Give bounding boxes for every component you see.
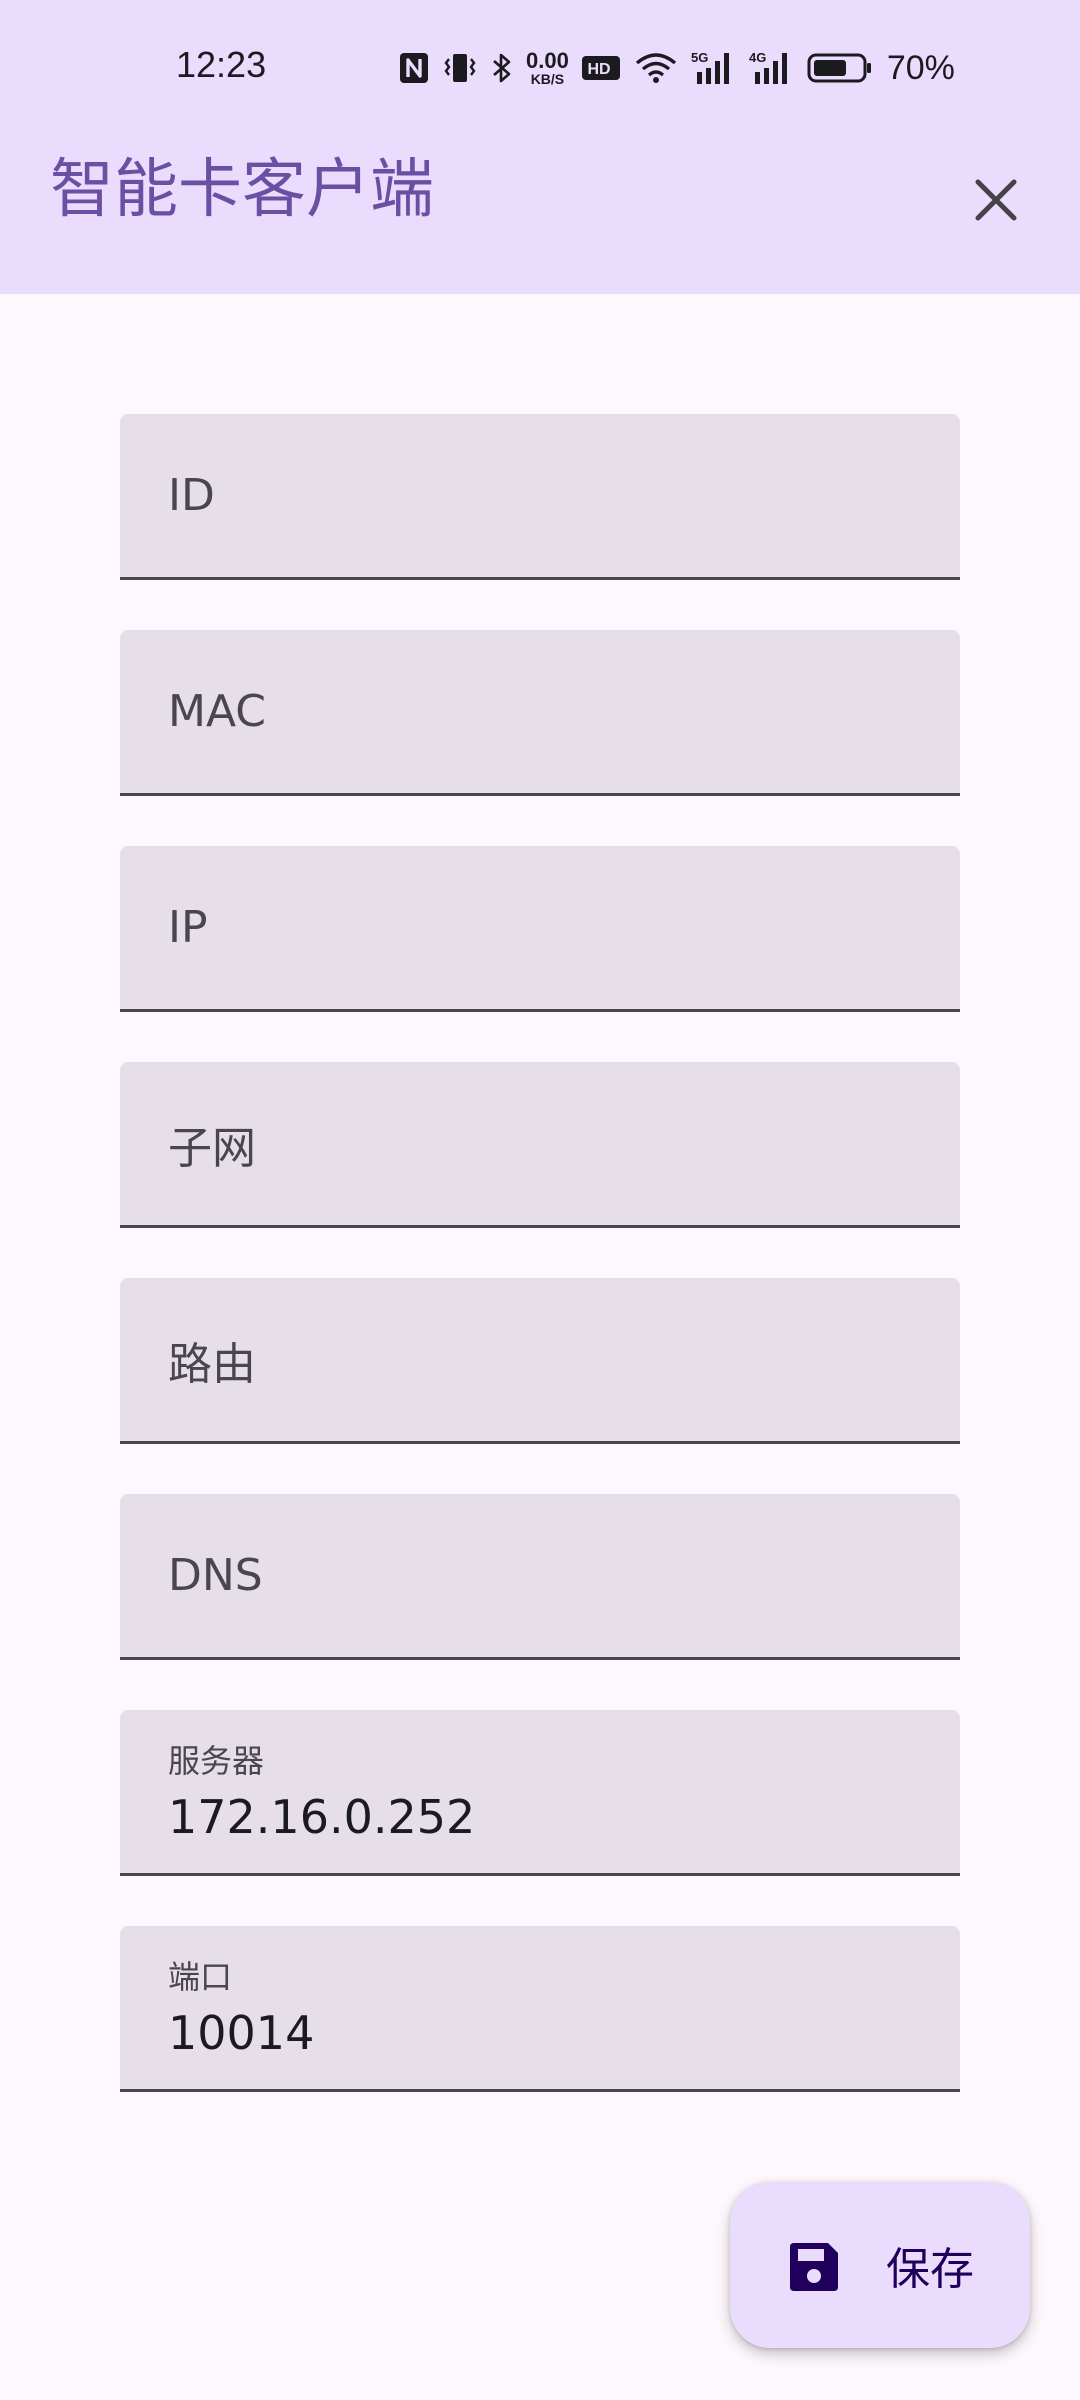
- server-field-label: 服务器: [168, 1742, 265, 1780]
- port-field-value: 10014: [168, 2006, 315, 2060]
- signal-5g-label: 5G: [691, 50, 708, 65]
- vibrate-icon: [442, 51, 478, 85]
- subnet-field[interactable]: 子网: [120, 1062, 960, 1228]
- save-icon: [790, 2243, 838, 2291]
- close-icon: [975, 179, 1017, 221]
- port-field-label: 端口: [168, 1958, 233, 1996]
- gateway-field-label: 路由: [168, 1338, 256, 1390]
- dns-field-label: DNS: [168, 1550, 263, 1601]
- battery-percent: 70%: [886, 48, 955, 87]
- ip-field-label: IP: [168, 902, 208, 953]
- dns-field[interactable]: DNS: [120, 1494, 960, 1660]
- app-header: 12:23 0.00 KB/S HD 5G 4G 70% 智能卡客户端: [0, 0, 1080, 294]
- port-field[interactable]: 端口 10014: [120, 1926, 960, 2092]
- wifi-icon: [633, 51, 679, 85]
- id-field[interactable]: ID: [120, 414, 960, 580]
- save-button-label: 保存: [886, 2244, 974, 2295]
- status-time: 12:23: [176, 44, 267, 85]
- bluetooth-icon: [490, 51, 514, 85]
- status-icons: 0.00 KB/S HD 5G 4G 70%: [398, 48, 955, 88]
- server-field[interactable]: 服务器 172.16.0.252: [120, 1710, 960, 1876]
- mac-field-label: MAC: [168, 686, 267, 737]
- mac-field[interactable]: MAC: [120, 630, 960, 796]
- battery-icon: [807, 52, 873, 84]
- page-title: 智能卡客户端: [50, 153, 434, 227]
- gateway-field[interactable]: 路由: [120, 1278, 960, 1444]
- signal-4g-label: 4G: [749, 50, 766, 65]
- hd-badge-text: HD: [587, 61, 610, 78]
- net-speed-unit: KB/S: [530, 71, 565, 87]
- signal-4g-icon: 4G: [749, 50, 795, 86]
- server-field-value: 172.16.0.252: [168, 1790, 476, 1844]
- save-button[interactable]: 保存: [730, 2182, 1030, 2348]
- subnet-field-label: 子网: [168, 1122, 256, 1174]
- hd-voice-icon: HD: [581, 53, 621, 83]
- net-speed-value: 0.00: [526, 48, 569, 73]
- status-bar: 12:23 0.00 KB/S HD 5G 4G 70%: [0, 0, 1080, 140]
- signal-5g-icon: 5G: [691, 50, 737, 86]
- nfc-icon: [398, 51, 430, 85]
- close-button[interactable]: [962, 166, 1030, 234]
- id-field-label: ID: [168, 470, 215, 521]
- net-speed: 0.00 KB/S: [526, 48, 569, 87]
- ip-field[interactable]: IP: [120, 846, 960, 1012]
